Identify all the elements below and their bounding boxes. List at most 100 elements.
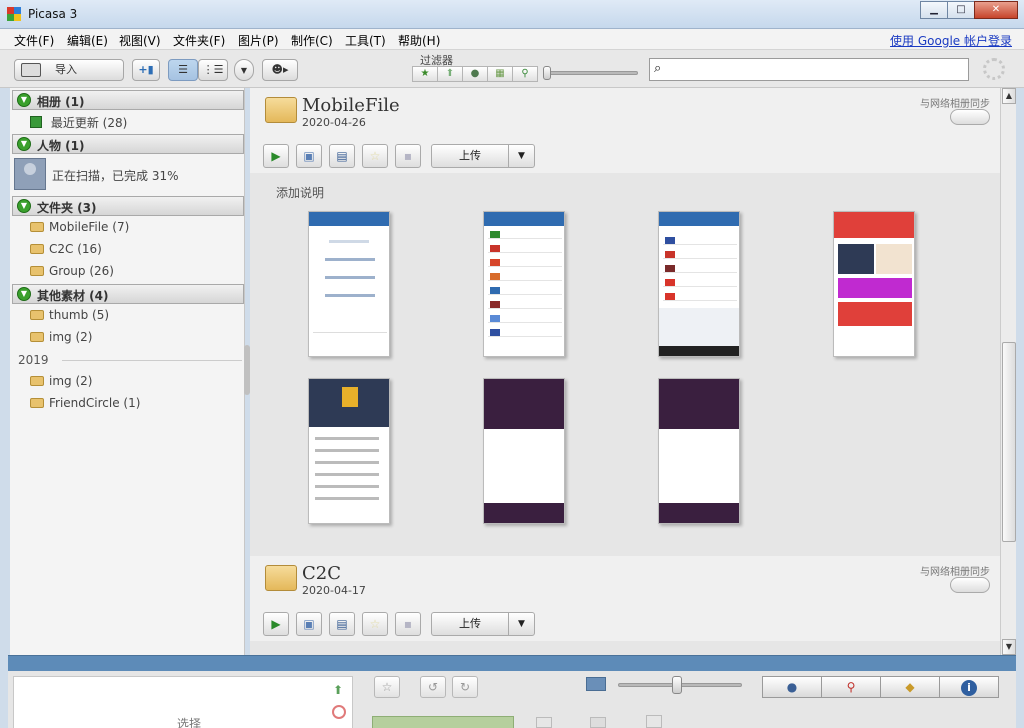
year-separator: 2019	[18, 353, 49, 367]
rotate-right-button[interactable]: ↻	[452, 676, 478, 698]
upload-button[interactable]: 上传 ▼	[431, 144, 535, 168]
photo-thumbnail[interactable]	[833, 211, 915, 357]
save-button[interactable]: ▪	[395, 144, 421, 168]
add-caption[interactable]: 添加说明	[276, 184, 324, 201]
folder-item[interactable]: img (2)	[30, 330, 92, 348]
menu-help[interactable]: 帮助(H)	[398, 32, 440, 49]
sync-toggle[interactable]	[950, 109, 990, 125]
status-strip	[8, 655, 1016, 671]
star-button[interactable]: ☆	[362, 144, 388, 168]
rotate-left-icon: ↺	[427, 680, 439, 694]
movie-button[interactable]: ▤	[329, 612, 355, 636]
folder-item[interactable]: Group (26)	[30, 264, 114, 282]
menu-view[interactable]: 视图(V)	[119, 32, 161, 49]
year-divider	[62, 360, 242, 361]
scroll-up-icon[interactable]: ▲	[1002, 88, 1016, 104]
search-input[interactable]: ⌕	[649, 58, 969, 81]
tray-label: 选择	[177, 717, 202, 728]
collage-button[interactable]: ▣	[296, 144, 322, 168]
photo-thumbnail[interactable]	[658, 378, 740, 524]
group-albums[interactable]: ▼ 相册 (1)	[12, 90, 244, 110]
star-button[interactable]: ☆	[374, 676, 400, 698]
window-controls: ▁ □ ✕	[920, 1, 1018, 19]
google-signin-link[interactable]: 使用 Google 帐户登录	[890, 32, 1012, 49]
tree-view-button[interactable]: ⋮☰	[198, 59, 228, 81]
thumbnail-size-knob[interactable]	[672, 676, 682, 694]
group-other[interactable]: ▼ 其他素材 (4)	[12, 284, 244, 304]
selection-tray[interactable]: ⬆ 选择	[13, 676, 353, 728]
movie-icon: ▤	[336, 149, 348, 163]
folder-item[interactable]: thumb (5)	[30, 308, 109, 326]
email-icon[interactable]	[536, 717, 552, 728]
folder-item[interactable]: FriendCircle (1)	[30, 396, 140, 414]
share-button[interactable]	[372, 716, 514, 728]
recent-updates-item[interactable]: 最近更新 (28)	[30, 114, 127, 132]
album-header: C2C 2020-04-17 与网络相册同步 ▶ ▣ ▤ ☆ ▪ 上传 ▼	[250, 556, 1000, 641]
group-folders[interactable]: ▼ 文件夹 (3)	[12, 196, 244, 216]
menu-file[interactable]: 文件(F)	[14, 32, 54, 49]
close-button[interactable]: ✕	[974, 1, 1018, 19]
slideshow-button[interactable]: ▶	[263, 144, 289, 168]
movie-button[interactable]: ▤	[329, 144, 355, 168]
collage-button[interactable]: ▣	[296, 612, 322, 636]
tree-view-icon: ⋮☰	[202, 63, 224, 76]
album-date: 2020-04-17	[302, 584, 366, 597]
upload-button[interactable]: 上传 ▼	[431, 612, 535, 636]
photo-thumbnail[interactable]	[483, 211, 565, 357]
photo-thumbnail[interactable]	[483, 378, 565, 524]
tag-icon: ◆	[905, 680, 915, 694]
photo-thumbnail[interactable]	[308, 211, 390, 357]
people-filter-button[interactable]: ●	[462, 66, 488, 82]
list-view-button[interactable]: ☰	[168, 59, 198, 81]
import-button[interactable]: 导入	[14, 59, 124, 81]
date-filter-knob[interactable]	[543, 66, 551, 80]
folder-item[interactable]: MobileFile (7)	[30, 220, 129, 238]
menu-picture[interactable]: 图片(P)	[238, 32, 279, 49]
group-people[interactable]: ▼ 人物 (1)	[12, 134, 244, 154]
upload-web-button[interactable]: +▮	[132, 59, 160, 81]
info-icon: i	[961, 680, 977, 696]
places-panel-button[interactable]: ⚲	[821, 676, 881, 698]
minimize-button[interactable]: ▁	[920, 1, 948, 19]
maximize-button[interactable]: □	[947, 1, 975, 19]
group-albums-label: 相册 (1)	[37, 95, 85, 109]
photo-thumbnail[interactable]	[658, 211, 740, 357]
geo-filter-icon: ⚲	[521, 68, 529, 79]
movie-filter-button[interactable]: ▦	[487, 66, 513, 82]
save-button[interactable]: ▪	[395, 612, 421, 636]
upload-filter-button[interactable]: ⬆	[437, 66, 463, 82]
clear-icon[interactable]	[332, 705, 346, 719]
folder-label: Group (26)	[49, 264, 114, 278]
folder-item[interactable]: img (2)	[30, 374, 92, 392]
star-filter-button[interactable]: ★	[412, 66, 438, 82]
person-avatar[interactable]	[14, 158, 46, 190]
expand-icon: ▼	[17, 93, 31, 107]
star-button[interactable]: ☆	[362, 612, 388, 636]
scroll-thumb[interactable]	[1002, 342, 1016, 542]
view-menu-button[interactable]: ▼	[234, 59, 254, 81]
menu-edit[interactable]: 编辑(E)	[67, 32, 108, 49]
people-panel-button[interactable]: ●	[762, 676, 822, 698]
menu-folder[interactable]: 文件夹(F)	[173, 32, 225, 49]
menu-create[interactable]: 制作(C)	[291, 32, 333, 49]
geo-filter-button[interactable]: ⚲	[512, 66, 538, 82]
info-panel-button[interactable]: i	[939, 676, 999, 698]
tags-panel-button[interactable]: ◆	[880, 676, 940, 698]
folder-item[interactable]: C2C (16)	[30, 242, 102, 260]
sync-toggle[interactable]	[950, 577, 990, 593]
vertical-scrollbar[interactable]: ▲ ▼	[1000, 88, 1016, 655]
print-icon[interactable]	[590, 717, 606, 728]
hold-pin-icon[interactable]: ⬆	[330, 683, 346, 699]
export-icon[interactable]	[646, 715, 662, 728]
group-folders-label: 文件夹 (3)	[37, 201, 97, 215]
window-title: Picasa 3	[28, 7, 78, 21]
people-button[interactable]: ☻▸	[262, 59, 298, 81]
slideshow-button[interactable]: ▶	[263, 612, 289, 636]
scroll-down-icon[interactable]: ▼	[1002, 639, 1016, 655]
movie-icon: ▤	[336, 617, 348, 631]
people-filter-icon: ●	[470, 68, 480, 79]
rotate-left-button[interactable]: ↺	[420, 676, 446, 698]
menu-tools[interactable]: 工具(T)	[345, 32, 386, 49]
date-filter-slider[interactable]	[546, 71, 638, 75]
photo-thumbnail[interactable]	[308, 378, 390, 524]
